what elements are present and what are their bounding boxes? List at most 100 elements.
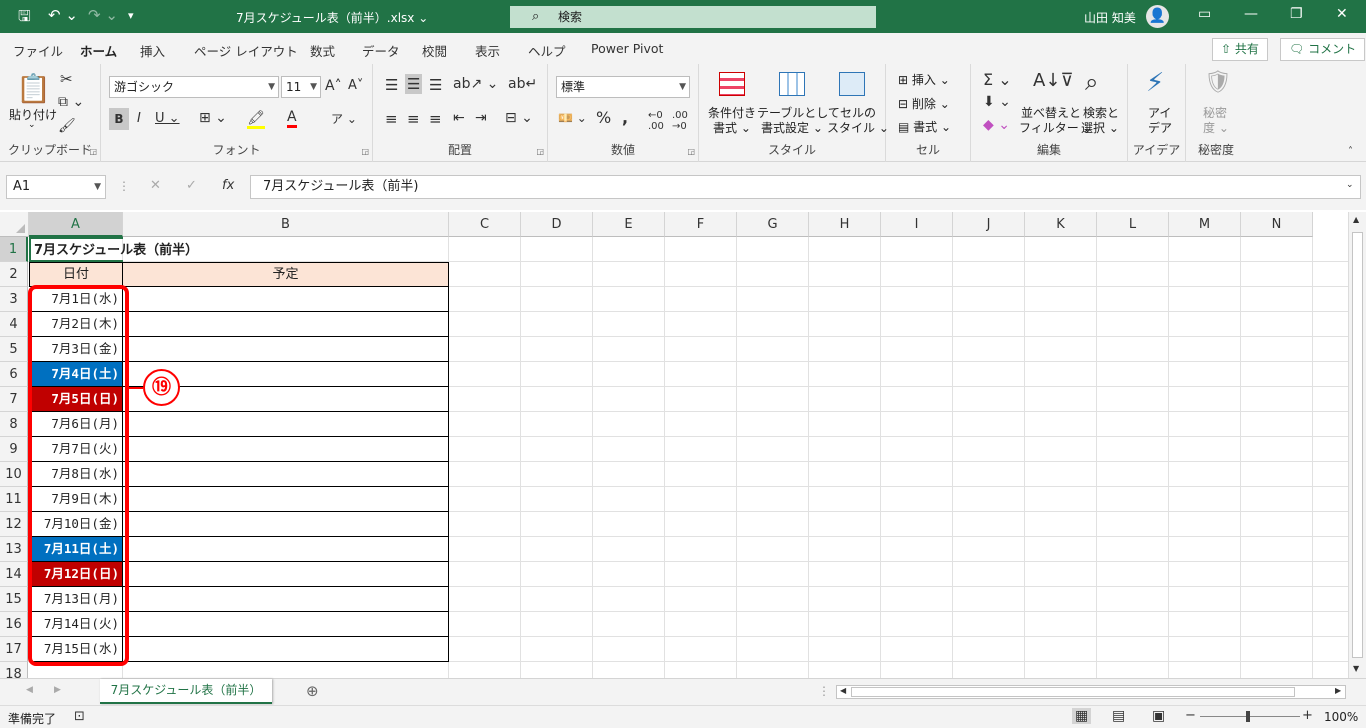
comment-button[interactable]: 🗨 コメント: [1280, 38, 1366, 61]
plan-cell[interactable]: [123, 562, 449, 587]
ideas-label-2[interactable]: デア: [1148, 119, 1172, 136]
font-launcher-icon[interactable]: ◲: [361, 147, 369, 156]
expand-formula-icon[interactable]: ⌄: [1346, 180, 1354, 190]
plan-cell[interactable]: [123, 437, 449, 462]
zoom-out-icon[interactable]: −: [1185, 708, 1196, 723]
row-header-15[interactable]: 15: [0, 587, 28, 612]
close-icon[interactable]: ✕: [1336, 6, 1348, 22]
row-header-17[interactable]: 17: [0, 637, 28, 662]
align-bottom-icon[interactable]: ☰: [429, 76, 442, 94]
column-header-k[interactable]: K: [1025, 212, 1097, 237]
row-header-11[interactable]: 11: [0, 487, 28, 512]
tab-formulas[interactable]: 数式: [310, 41, 335, 60]
name-box[interactable]: A1 ▼: [6, 175, 106, 199]
more-options-icon[interactable]: ⋮: [118, 179, 130, 193]
increase-decimal-icon[interactable]: ←0.00: [648, 110, 664, 132]
tab-insert[interactable]: 挿入: [140, 41, 165, 60]
tab-review[interactable]: 校閲: [422, 41, 447, 60]
tab-view[interactable]: 表示: [475, 41, 500, 60]
row-header-16[interactable]: 16: [0, 612, 28, 637]
add-sheet-icon[interactable]: ⊕: [306, 682, 319, 700]
increase-indent-icon[interactable]: ⇥: [475, 110, 487, 126]
user-name[interactable]: 山田 知美: [1084, 9, 1136, 26]
zoom-slider-thumb[interactable]: [1246, 711, 1250, 722]
row-header-14[interactable]: 14: [0, 562, 28, 587]
font-name-combo[interactable]: 游ゴシック ▼: [109, 76, 279, 98]
column-header-n[interactable]: N: [1241, 212, 1313, 237]
normal-view-icon[interactable]: ▦: [1072, 708, 1092, 724]
column-header-f[interactable]: F: [665, 212, 737, 237]
row-header-5[interactable]: 5: [0, 337, 28, 362]
ribbon-display-icon[interactable]: ▭: [1198, 6, 1211, 22]
sensitivity-icon[interactable]: 🛡: [1204, 70, 1232, 95]
formula-input[interactable]: 7月スケジュール表（前半): [250, 175, 1361, 199]
row-header-7[interactable]: 7: [0, 387, 28, 412]
column-header-e[interactable]: E: [593, 212, 665, 237]
format-cells-button[interactable]: ▤ 書式 ⌄: [898, 118, 951, 135]
zoom-in-icon[interactable]: +: [1302, 708, 1313, 723]
currency-icon[interactable]: 💴 ⌄: [558, 111, 587, 125]
page-layout-view-icon[interactable]: ▤: [1112, 708, 1125, 724]
collapse-ribbon-icon[interactable]: ˄: [1348, 146, 1353, 157]
minimize-icon[interactable]: —: [1244, 6, 1258, 22]
tab-page-layout[interactable]: ページ レイアウト: [194, 41, 298, 60]
plan-cell[interactable]: [123, 312, 449, 337]
vertical-scroll-thumb[interactable]: [1352, 232, 1363, 658]
increase-font-icon[interactable]: A˄: [325, 78, 342, 94]
decrease-font-icon[interactable]: A˅: [348, 78, 363, 93]
bold-icon[interactable]: B: [109, 108, 129, 130]
vertical-scrollbar[interactable]: ▲ ▼: [1348, 212, 1366, 678]
fill-color-icon[interactable]: 🖍: [247, 110, 265, 129]
paste-icon[interactable]: 📋: [16, 72, 51, 105]
redo-icon[interactable]: ↷ ⌄: [88, 6, 118, 24]
find-select-label-2[interactable]: 選択 ⌄: [1081, 119, 1119, 136]
percent-icon[interactable]: %: [596, 108, 611, 127]
delete-cells-button[interactable]: ⊟ 削除 ⌄: [898, 95, 950, 112]
plan-cell[interactable]: [123, 487, 449, 512]
tab-home[interactable]: ホーム: [80, 41, 118, 67]
column-header-g[interactable]: G: [737, 212, 809, 237]
row-header-4[interactable]: 4: [0, 312, 28, 337]
column-header-b[interactable]: B: [123, 212, 449, 237]
plan-cell[interactable]: [123, 337, 449, 362]
column-header-c[interactable]: C: [449, 212, 521, 237]
format-painter-icon[interactable]: 🖌: [58, 118, 76, 134]
column-header-a[interactable]: A: [29, 212, 123, 237]
orientation-icon[interactable]: ab↗ ⌄: [453, 76, 498, 92]
undo-icon[interactable]: ↶ ⌄: [48, 6, 78, 24]
share-button[interactable]: ⇧ 共有: [1212, 38, 1268, 61]
cut-icon[interactable]: ✂: [60, 70, 73, 88]
save-icon[interactable]: 🖫: [18, 6, 31, 31]
plan-cell[interactable]: [123, 412, 449, 437]
horizontal-scroll-thumb[interactable]: [851, 687, 1295, 697]
align-right-icon[interactable]: ≡: [429, 110, 442, 128]
find-select-icon[interactable]: ⌕: [1085, 68, 1098, 96]
italic-icon[interactable]: I: [137, 111, 141, 126]
number-launcher-icon[interactable]: ◲: [687, 147, 695, 156]
cell-a1[interactable]: 7月スケジュール表（前半）: [29, 237, 198, 262]
comma-icon[interactable]: ,: [622, 108, 628, 127]
row-header-6[interactable]: 6: [0, 362, 28, 387]
row-header-18[interactable]: 18: [0, 662, 28, 678]
alignment-launcher-icon[interactable]: ◲: [536, 147, 544, 156]
zoom-level[interactable]: 100%: [1324, 710, 1358, 724]
plan-cell[interactable]: [123, 612, 449, 637]
underline-icon[interactable]: U ⌄: [155, 111, 180, 126]
header-date-cell[interactable]: 日付: [29, 262, 123, 287]
tab-power-pivot[interactable]: Power Pivot: [591, 41, 663, 56]
conditional-formatting-label-2[interactable]: 書式 ⌄: [713, 119, 751, 136]
search-box[interactable]: ⌕ 検索: [510, 6, 876, 28]
clear-icon[interactable]: ◆ ⌄: [983, 117, 1010, 133]
column-header-m[interactable]: M: [1169, 212, 1241, 237]
plan-cell[interactable]: [123, 587, 449, 612]
plan-cell[interactable]: [123, 287, 449, 312]
cancel-icon[interactable]: ✕: [150, 178, 161, 193]
align-top-icon[interactable]: ☰: [385, 76, 398, 94]
ideas-icon[interactable]: ⚡: [1146, 68, 1164, 98]
align-left-icon[interactable]: ≡: [385, 110, 398, 128]
row-header-13[interactable]: 13: [0, 537, 28, 562]
autosum-icon[interactable]: Σ ⌄: [983, 70, 1012, 89]
next-sheet-icon[interactable]: ▶: [54, 685, 61, 695]
customize-qat-icon[interactable]: ▾: [128, 9, 134, 22]
format-as-table-icon[interactable]: [779, 72, 805, 96]
